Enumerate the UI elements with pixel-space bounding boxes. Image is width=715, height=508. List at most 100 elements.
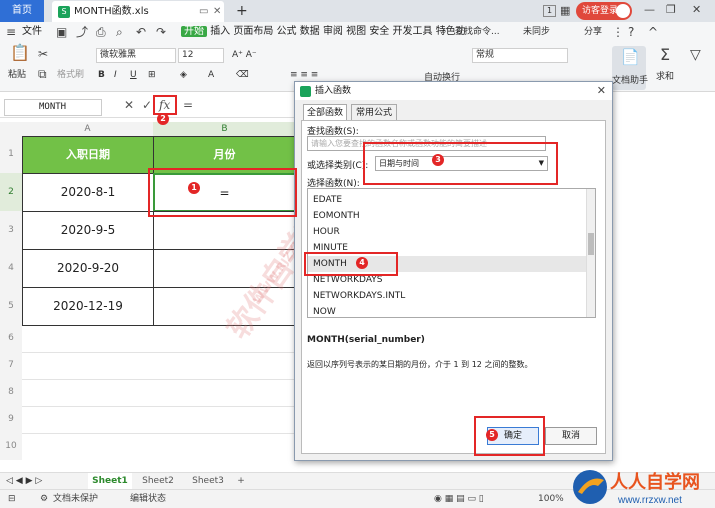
row-header-4[interactable]: 4 bbox=[0, 249, 22, 287]
tab-home[interactable]: 首页 bbox=[0, 0, 44, 22]
macro-icon[interactable]: ⊟ bbox=[8, 492, 16, 506]
font-family-select[interactable]: 微软雅黑 bbox=[96, 48, 176, 63]
row-header-5[interactable]: 5 bbox=[0, 287, 22, 325]
menu-page-layout[interactable]: 页面布局 bbox=[233, 26, 273, 37]
confirm-icon[interactable]: ✓ bbox=[142, 98, 152, 112]
list-item[interactable]: NETWORKDAYS.INTL bbox=[308, 288, 587, 304]
border-icon[interactable]: ⊞ bbox=[148, 69, 156, 81]
row-header-10[interactable]: 10 bbox=[0, 433, 22, 460]
collapse-ribbon-icon[interactable]: ^ bbox=[648, 25, 658, 39]
date-cell-a2[interactable]: 2020-8-1 bbox=[22, 173, 154, 212]
font-size-select[interactable]: 12 bbox=[178, 48, 224, 63]
export-icon[interactable]: ⤴ bbox=[76, 25, 88, 39]
tab-sheet3[interactable]: Sheet3 bbox=[186, 473, 230, 489]
window-close-icon[interactable]: ✕ bbox=[692, 3, 701, 16]
select-all-corner[interactable] bbox=[0, 122, 22, 136]
save-icon[interactable]: ▣ bbox=[56, 25, 67, 39]
tab-document[interactable]: S MONTH函数.xls ▭ ✕ bbox=[52, 1, 224, 22]
copy-icon[interactable]: ⧉ bbox=[38, 67, 47, 81]
italic-icon[interactable]: I bbox=[114, 69, 117, 81]
sum-icon[interactable]: Σ bbox=[660, 47, 670, 63]
date-cell-a5[interactable]: 2020-12-19 bbox=[22, 287, 154, 326]
tab-close-icon[interactable]: ✕ bbox=[213, 1, 221, 22]
grow-font-icon[interactable]: A⁺ A⁻ bbox=[232, 49, 257, 61]
tab-all-functions[interactable]: 全部函数 bbox=[303, 104, 347, 121]
scrollbar-thumb[interactable] bbox=[588, 233, 594, 255]
monitor-icon[interactable]: ▭ bbox=[199, 1, 208, 22]
number-format-select[interactable]: 常规 bbox=[472, 48, 568, 63]
cancel-icon[interactable]: ✕ bbox=[124, 98, 134, 112]
guest-login-button[interactable]: 访客登录 bbox=[576, 2, 632, 20]
new-tab-button[interactable]: + bbox=[236, 0, 248, 22]
menu-security[interactable]: 安全 bbox=[369, 26, 389, 37]
menu-developer[interactable]: 开发工具 bbox=[393, 26, 433, 37]
paste-button[interactable]: 粘贴 bbox=[8, 69, 26, 81]
cut-icon[interactable]: ✂ bbox=[38, 47, 48, 61]
document-protection-status[interactable]: 文档未保护 bbox=[53, 492, 98, 506]
apps-grid-icon[interactable]: ▦ bbox=[560, 4, 570, 17]
row-header-9[interactable]: 9 bbox=[0, 406, 22, 433]
formula-input[interactable]: = bbox=[183, 98, 193, 112]
font-color-icon[interactable]: A bbox=[208, 69, 214, 81]
date-cell-a4[interactable]: 2020-9-20 bbox=[22, 249, 154, 288]
row-header-6[interactable]: 6 bbox=[0, 325, 22, 352]
menu-formula[interactable]: 公式 bbox=[277, 26, 297, 37]
restore-icon[interactable]: ❐ bbox=[666, 3, 676, 16]
command-search[interactable]: 查找命令... bbox=[455, 26, 500, 38]
guest-login-label: 访客登录 bbox=[582, 6, 619, 16]
underline-icon[interactable]: U bbox=[130, 69, 137, 81]
tab-sheet1[interactable]: Sheet1 bbox=[88, 473, 132, 489]
row-header-2[interactable]: 2 bbox=[0, 173, 22, 211]
print-icon[interactable]: ⎙ bbox=[96, 25, 106, 39]
edit-state: 编辑状态 bbox=[130, 494, 167, 504]
sum-button[interactable]: 求和 bbox=[656, 71, 674, 83]
name-box[interactable]: MONTH bbox=[4, 99, 102, 116]
doc-assistant-button[interactable]: 📄 文档助手 bbox=[612, 46, 648, 90]
fill-color-icon[interactable]: ◈ bbox=[180, 69, 187, 81]
menu-file[interactable]: 文件 bbox=[22, 25, 42, 39]
sheet-nav-icons[interactable]: ◁ ◀ ▶ ▷ bbox=[6, 475, 42, 487]
menu-data[interactable]: 数据 bbox=[300, 26, 320, 37]
share-button[interactable]: 分享 bbox=[584, 26, 602, 38]
menu-review[interactable]: 审阅 bbox=[323, 26, 343, 37]
filter-icon[interactable]: ▽ bbox=[690, 48, 701, 62]
minimize-icon[interactable]: — bbox=[644, 3, 655, 16]
row-header-1[interactable]: 1 bbox=[0, 136, 22, 173]
zoom-level[interactable]: 100% bbox=[538, 492, 564, 506]
window-count-badge[interactable]: 1 bbox=[543, 5, 556, 17]
list-item[interactable]: NOW bbox=[308, 304, 587, 317]
add-sheet-button[interactable]: + bbox=[234, 473, 248, 489]
preview-icon[interactable]: ⌕ bbox=[116, 25, 123, 39]
paste-icon[interactable]: 📋 bbox=[10, 45, 30, 61]
date-cell-a3[interactable]: 2020-9-5 bbox=[22, 211, 154, 250]
row-header-7[interactable]: 7 bbox=[0, 352, 22, 379]
clear-icon[interactable]: ⌫ bbox=[236, 69, 249, 81]
view-mode-icons[interactable]: ◉ ▦ ▤ ▭ ▯ bbox=[434, 492, 484, 506]
menu-start[interactable]: 开始 bbox=[181, 26, 207, 37]
bold-icon[interactable]: B bbox=[98, 69, 105, 81]
row-header-8[interactable]: 8 bbox=[0, 379, 22, 406]
list-item[interactable]: HOUR bbox=[308, 224, 587, 240]
column-header-a[interactable]: A bbox=[22, 122, 153, 136]
hamburger-menu-icon[interactable]: ≡ bbox=[6, 25, 16, 39]
list-item[interactable]: EOMONTH bbox=[308, 208, 587, 224]
cancel-button[interactable]: 取消 bbox=[545, 427, 597, 445]
header-cell-a1[interactable]: 入职日期 bbox=[22, 136, 154, 174]
app-icon bbox=[300, 86, 311, 97]
menu-insert[interactable]: 插入 bbox=[210, 26, 230, 37]
tab-sheet2[interactable]: Sheet2 bbox=[136, 473, 180, 489]
redo-icon[interactable]: ↷ bbox=[156, 25, 166, 39]
align-icons[interactable]: ≡ ≡ ≡ bbox=[290, 69, 318, 81]
format-painter-button[interactable]: 格式刷 bbox=[57, 69, 84, 81]
list-scrollbar[interactable] bbox=[586, 189, 595, 317]
undo-icon[interactable]: ↶ bbox=[136, 25, 146, 39]
menu-view[interactable]: 视图 bbox=[346, 26, 366, 37]
sync-status[interactable]: 未同步 bbox=[523, 26, 550, 38]
tab-common-formulas[interactable]: 常用公式 bbox=[351, 104, 397, 121]
column-header-b[interactable]: B bbox=[153, 122, 296, 136]
row-header-3[interactable]: 3 bbox=[0, 211, 22, 249]
list-item[interactable]: EDATE bbox=[308, 192, 587, 208]
more-icon[interactable]: ⋮ bbox=[612, 25, 624, 39]
help-icon[interactable]: ? bbox=[628, 25, 634, 39]
dialog-close-icon[interactable]: ✕ bbox=[597, 82, 606, 100]
